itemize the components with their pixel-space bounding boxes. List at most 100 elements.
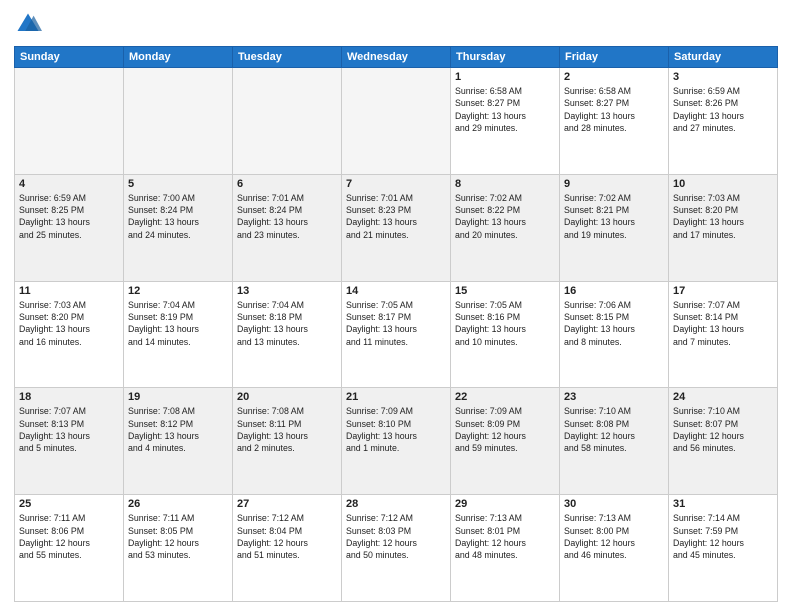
header-row: SundayMondayTuesdayWednesdayThursdayFrid… xyxy=(15,47,778,68)
day-cell: 21 Sunrise: 7:09 AM Sunset: 8:10 PM Dayli… xyxy=(342,388,451,495)
day-info: Sunrise: 7:12 AM Sunset: 8:04 PM Dayligh… xyxy=(237,512,337,561)
day-number: 5 xyxy=(128,178,228,190)
day-number: 26 xyxy=(128,498,228,510)
day-number: 12 xyxy=(128,285,228,297)
day-cell: 6 Sunrise: 7:01 AM Sunset: 8:24 PM Daylig… xyxy=(233,174,342,281)
day-number: 21 xyxy=(346,391,446,403)
day-info: Sunrise: 6:59 AM Sunset: 8:25 PM Dayligh… xyxy=(19,192,119,241)
day-cell: 5 Sunrise: 7:00 AM Sunset: 8:24 PM Daylig… xyxy=(124,174,233,281)
day-number: 23 xyxy=(564,391,664,403)
logo xyxy=(14,10,46,38)
day-cell: 2 Sunrise: 6:58 AM Sunset: 8:27 PM Daylig… xyxy=(560,68,669,175)
day-info: Sunrise: 7:04 AM Sunset: 8:19 PM Dayligh… xyxy=(128,299,228,348)
day-number: 14 xyxy=(346,285,446,297)
day-number: 13 xyxy=(237,285,337,297)
day-cell: 20 Sunrise: 7:08 AM Sunset: 8:11 PM Dayli… xyxy=(233,388,342,495)
day-info: Sunrise: 7:08 AM Sunset: 8:12 PM Dayligh… xyxy=(128,405,228,454)
day-cell: 30Sunrise: 7:13 AM Sunset: 8:00 PM Dayli… xyxy=(560,495,669,602)
day-info: Sunrise: 6:58 AM Sunset: 8:27 PM Dayligh… xyxy=(564,85,664,134)
day-header-thursday: Thursday xyxy=(451,47,560,68)
day-cell xyxy=(15,68,124,175)
day-header-sunday: Sunday xyxy=(15,47,124,68)
day-cell: 9 Sunrise: 7:02 AM Sunset: 8:21 PM Daylig… xyxy=(560,174,669,281)
day-info: Sunrise: 7:04 AM Sunset: 8:18 PM Dayligh… xyxy=(237,299,337,348)
logo-icon xyxy=(14,10,42,38)
day-info: Sunrise: 7:07 AM Sunset: 8:13 PM Dayligh… xyxy=(19,405,119,454)
day-info: Sunrise: 7:13 AM Sunset: 8:01 PM Dayligh… xyxy=(455,512,555,561)
day-number: 4 xyxy=(19,178,119,190)
day-cell: 31 Sunrise: 7:14 AM Sunset: 7:59 PM Dayli… xyxy=(669,495,778,602)
day-cell: 23 Sunrise: 7:10 AM Sunset: 8:08 PM Dayli… xyxy=(560,388,669,495)
day-header-wednesday: Wednesday xyxy=(342,47,451,68)
day-number: 22 xyxy=(455,391,555,403)
day-cell: 19 Sunrise: 7:08 AM Sunset: 8:12 PM Dayli… xyxy=(124,388,233,495)
day-cell: 10 Sunrise: 7:03 AM Sunset: 8:20 PM Dayli… xyxy=(669,174,778,281)
day-cell: 16Sunrise: 7:06 AM Sunset: 8:15 PM Dayli… xyxy=(560,281,669,388)
day-cell: 29Sunrise: 7:13 AM Sunset: 8:01 PM Dayli… xyxy=(451,495,560,602)
day-number: 27 xyxy=(237,498,337,510)
day-number: 3 xyxy=(673,71,773,83)
day-info: Sunrise: 7:02 AM Sunset: 8:21 PM Dayligh… xyxy=(564,192,664,241)
day-number: 10 xyxy=(673,178,773,190)
day-info: Sunrise: 7:10 AM Sunset: 8:07 PM Dayligh… xyxy=(673,405,773,454)
day-info: Sunrise: 6:59 AM Sunset: 8:26 PM Dayligh… xyxy=(673,85,773,134)
day-info: Sunrise: 7:08 AM Sunset: 8:11 PM Dayligh… xyxy=(237,405,337,454)
day-number: 15 xyxy=(455,285,555,297)
day-info: Sunrise: 7:02 AM Sunset: 8:22 PM Dayligh… xyxy=(455,192,555,241)
day-info: Sunrise: 7:11 AM Sunset: 8:05 PM Dayligh… xyxy=(128,512,228,561)
day-header-monday: Monday xyxy=(124,47,233,68)
day-info: Sunrise: 7:03 AM Sunset: 8:20 PM Dayligh… xyxy=(19,299,119,348)
day-number: 6 xyxy=(237,178,337,190)
day-number: 9 xyxy=(564,178,664,190)
day-cell: 28Sunrise: 7:12 AM Sunset: 8:03 PM Dayli… xyxy=(342,495,451,602)
day-number: 20 xyxy=(237,391,337,403)
day-number: 25 xyxy=(19,498,119,510)
day-cell xyxy=(342,68,451,175)
header xyxy=(14,10,778,38)
day-info: Sunrise: 7:00 AM Sunset: 8:24 PM Dayligh… xyxy=(128,192,228,241)
day-number: 31 xyxy=(673,498,773,510)
day-info: Sunrise: 7:01 AM Sunset: 8:24 PM Dayligh… xyxy=(237,192,337,241)
day-number: 17 xyxy=(673,285,773,297)
day-cell: 22 Sunrise: 7:09 AM Sunset: 8:09 PM Dayli… xyxy=(451,388,560,495)
day-cell: 18 Sunrise: 7:07 AM Sunset: 8:13 PM Dayli… xyxy=(15,388,124,495)
day-info: Sunrise: 7:01 AM Sunset: 8:23 PM Dayligh… xyxy=(346,192,446,241)
day-number: 2 xyxy=(564,71,664,83)
day-number: 24 xyxy=(673,391,773,403)
day-cell xyxy=(124,68,233,175)
day-info: Sunrise: 7:14 AM Sunset: 7:59 PM Dayligh… xyxy=(673,512,773,561)
day-info: Sunrise: 7:03 AM Sunset: 8:20 PM Dayligh… xyxy=(673,192,773,241)
day-number: 19 xyxy=(128,391,228,403)
day-number: 30 xyxy=(564,498,664,510)
day-number: 28 xyxy=(346,498,446,510)
day-info: Sunrise: 7:09 AM Sunset: 8:10 PM Dayligh… xyxy=(346,405,446,454)
day-number: 7 xyxy=(346,178,446,190)
day-cell: 1 Sunrise: 6:58 AM Sunset: 8:27 PM Daylig… xyxy=(451,68,560,175)
calendar: SundayMondayTuesdayWednesdayThursdayFrid… xyxy=(14,46,778,602)
week-row-5: 25Sunrise: 7:11 AM Sunset: 8:06 PM Dayli… xyxy=(15,495,778,602)
day-info: Sunrise: 7:10 AM Sunset: 8:08 PM Dayligh… xyxy=(564,405,664,454)
day-header-saturday: Saturday xyxy=(669,47,778,68)
day-info: Sunrise: 7:05 AM Sunset: 8:17 PM Dayligh… xyxy=(346,299,446,348)
day-cell: 12 Sunrise: 7:04 AM Sunset: 8:19 PM Dayli… xyxy=(124,281,233,388)
day-cell: 15Sunrise: 7:05 AM Sunset: 8:16 PM Dayli… xyxy=(451,281,560,388)
day-number: 11 xyxy=(19,285,119,297)
day-cell: 13 Sunrise: 7:04 AM Sunset: 8:18 PM Dayli… xyxy=(233,281,342,388)
day-cell: 25Sunrise: 7:11 AM Sunset: 8:06 PM Dayli… xyxy=(15,495,124,602)
day-cell: 8Sunrise: 7:02 AM Sunset: 8:22 PM Daylig… xyxy=(451,174,560,281)
day-cell: 27 Sunrise: 7:12 AM Sunset: 8:04 PM Dayli… xyxy=(233,495,342,602)
day-cell: 7 Sunrise: 7:01 AM Sunset: 8:23 PM Daylig… xyxy=(342,174,451,281)
day-cell: 26 Sunrise: 7:11 AM Sunset: 8:05 PM Dayli… xyxy=(124,495,233,602)
page: SundayMondayTuesdayWednesdayThursdayFrid… xyxy=(0,0,792,612)
day-info: Sunrise: 7:07 AM Sunset: 8:14 PM Dayligh… xyxy=(673,299,773,348)
day-cell: 24 Sunrise: 7:10 AM Sunset: 8:07 PM Dayli… xyxy=(669,388,778,495)
week-row-3: 11 Sunrise: 7:03 AM Sunset: 8:20 PM Dayli… xyxy=(15,281,778,388)
day-info: Sunrise: 6:58 AM Sunset: 8:27 PM Dayligh… xyxy=(455,85,555,134)
day-number: 1 xyxy=(455,71,555,83)
day-cell: 4 Sunrise: 6:59 AM Sunset: 8:25 PM Daylig… xyxy=(15,174,124,281)
day-number: 16 xyxy=(564,285,664,297)
day-info: Sunrise: 7:09 AM Sunset: 8:09 PM Dayligh… xyxy=(455,405,555,454)
day-cell: 17 Sunrise: 7:07 AM Sunset: 8:14 PM Dayli… xyxy=(669,281,778,388)
day-number: 18 xyxy=(19,391,119,403)
day-header-friday: Friday xyxy=(560,47,669,68)
